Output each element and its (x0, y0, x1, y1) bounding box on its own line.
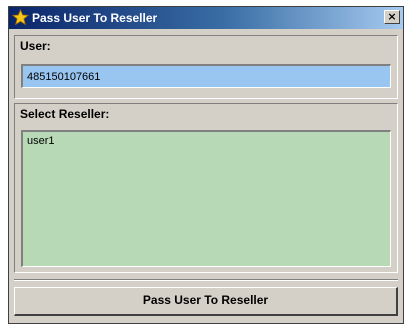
user-label: User: (20, 39, 51, 53)
user-field[interactable] (21, 64, 391, 88)
reseller-list[interactable]: user1 (21, 130, 391, 267)
divider (14, 279, 398, 281)
title-bar[interactable]: Pass User To Reseller × (9, 7, 403, 29)
close-icon: × (387, 10, 397, 23)
pass-user-dialog: Pass User To Reseller × User: Select Res… (8, 6, 404, 324)
reseller-list-item[interactable]: user1 (27, 134, 386, 148)
select-reseller-label: Select Reseller: (20, 107, 110, 121)
star-icon (11, 8, 30, 26)
window-title: Pass User To Reseller (32, 11, 158, 25)
reseller-group: Select Reseller: user1 (14, 103, 398, 273)
close-button[interactable]: × (384, 10, 400, 24)
pass-user-button[interactable]: Pass User To Reseller (14, 287, 398, 316)
user-group: User: (14, 35, 398, 99)
